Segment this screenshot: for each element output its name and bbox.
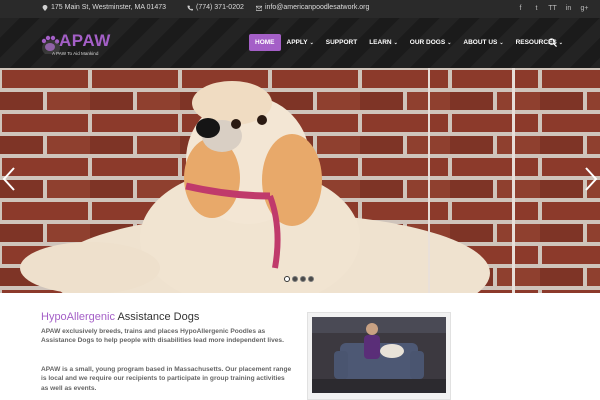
nav-label: APPLY — [286, 39, 308, 46]
search-icon[interactable] — [548, 38, 557, 47]
main-nav: HOME APPLY ⌄ SUPPORT LEARN ⌄ OUR DOGS ⌄ ABO… — [249, 34, 569, 51]
brand-tagline: A PAW To Aid Mankind — [52, 51, 99, 56]
nav-about-us[interactable]: ABOUT US ⌄ — [457, 34, 509, 51]
intro-paragraph-2: APAW is a small, young program based in … — [41, 366, 292, 392]
nav-label: SUPPORT — [325, 39, 358, 46]
nav-resources[interactable]: RESOURCES ⌄ — [510, 34, 569, 51]
tripadvisor-icon[interactable]: TT — [547, 3, 558, 14]
intro-paragraph-1: APAW exclusively breeds, trains and plac… — [41, 328, 284, 345]
nav-label: OUR DOGS — [409, 39, 446, 46]
address-text: 175 Main St, Westminster, MA 01473 — [51, 4, 167, 11]
section-title: HypoAllergenic Assistance Dogs — [41, 311, 199, 323]
google-plus-icon[interactable]: g+ — [579, 3, 590, 14]
linkedin-icon[interactable]: in — [563, 3, 574, 14]
chevron-right-icon[interactable] — [584, 166, 598, 192]
nav-learn[interactable]: LEARN ⌄ — [363, 34, 404, 51]
nav-apply[interactable]: APPLY ⌄ — [281, 34, 320, 51]
site-header: APAW A PAW To Aid Mankind HOME APPLY ⌄ SU… — [0, 18, 600, 68]
nav-support[interactable]: SUPPORT — [320, 34, 363, 51]
slider-dot[interactable] — [284, 276, 290, 282]
logo[interactable]: APAW A PAW To Aid Mankind — [40, 31, 120, 64]
nav-label: LEARN — [369, 39, 392, 46]
section-title-rest: Assistance Dogs — [117, 311, 200, 323]
nav-home[interactable]: HOME — [249, 34, 281, 51]
nav-label: ABOUT US — [463, 39, 498, 46]
video-thumbnail — [312, 317, 446, 393]
chevron-down-icon: ⌄ — [499, 39, 504, 46]
phone-icon — [187, 5, 193, 10]
slider-dot[interactable] — [292, 276, 298, 282]
phone-text[interactable]: (774) 371-0202 — [196, 4, 244, 11]
facebook-icon[interactable]: f — [515, 3, 526, 14]
hero-slider — [0, 68, 600, 293]
chevron-down-icon: ⌄ — [447, 39, 452, 46]
nav-label: HOME — [255, 39, 275, 46]
address: 175 Main St, Westminster, MA 01473 — [42, 4, 166, 11]
brand-name: APAW — [59, 31, 111, 50]
slider-pagination — [284, 276, 314, 282]
twitter-icon[interactable]: t — [531, 3, 542, 14]
chevron-down-icon: ⌄ — [393, 39, 398, 46]
section-title-accent: HypoAllergenic — [41, 311, 115, 323]
email-text[interactable]: info@americanpoodlesatwork.org — [265, 4, 369, 11]
top-contact-bar: 175 Main St, Westminster, MA 01473 (774)… — [0, 0, 600, 18]
map-marker-icon — [42, 4, 48, 11]
phone[interactable]: (774) 371-0202 — [187, 4, 244, 11]
chevron-left-icon[interactable] — [2, 166, 16, 192]
nav-our-dogs[interactable]: OUR DOGS ⌄ — [404, 34, 458, 51]
envelope-icon — [256, 5, 262, 11]
slider-dot[interactable] — [300, 276, 306, 282]
slide-thumbnail-2 — [428, 68, 514, 293]
chevron-down-icon: ⌄ — [558, 39, 563, 46]
chevron-down-icon: ⌄ — [309, 39, 314, 46]
email[interactable]: info@americanpoodlesatwork.org — [256, 4, 369, 11]
slider-dot[interactable] — [308, 276, 314, 282]
social-links: f t TT in g+ — [515, 3, 590, 14]
video-embed[interactable] — [307, 312, 451, 400]
